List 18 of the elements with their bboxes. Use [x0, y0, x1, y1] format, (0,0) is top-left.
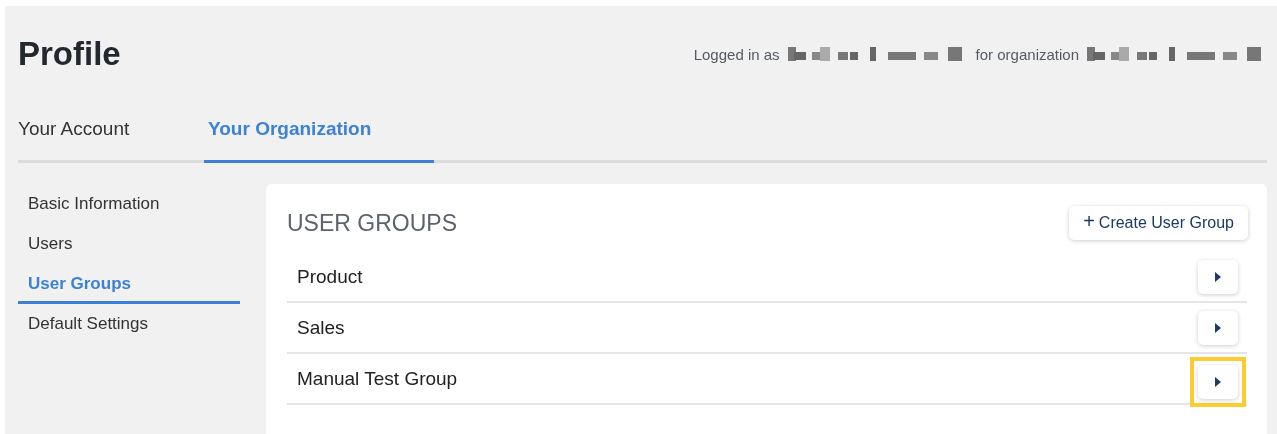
play-arrow-icon: [1214, 376, 1222, 387]
login-text: Logged in as: [693, 45, 780, 63]
page-title: Profile: [18, 35, 121, 73]
group-name[interactable]: Sales: [297, 316, 345, 339]
panel-title: USER GROUPS: [287, 209, 457, 237]
open-button[interactable]: [1198, 364, 1238, 399]
login-text: for organization: [975, 45, 1079, 63]
open-button[interactable]: [1198, 310, 1238, 345]
sidebar-item[interactable]: Users: [18, 224, 240, 264]
create-user-group-button[interactable]: + Create User Group: [1069, 206, 1248, 240]
open-button[interactable]: [1198, 259, 1238, 294]
sidebar-item[interactable]: Basic Information: [18, 184, 240, 224]
group-name[interactable]: Product: [297, 265, 363, 288]
tab[interactable]: Your Account: [18, 102, 204, 163]
group-name[interactable]: Manual Test Group: [297, 367, 458, 390]
play-arrow-icon: [1214, 322, 1222, 333]
play-arrow-icon: [1214, 271, 1222, 282]
sidebar-item[interactable]: Default Settings: [18, 304, 240, 344]
